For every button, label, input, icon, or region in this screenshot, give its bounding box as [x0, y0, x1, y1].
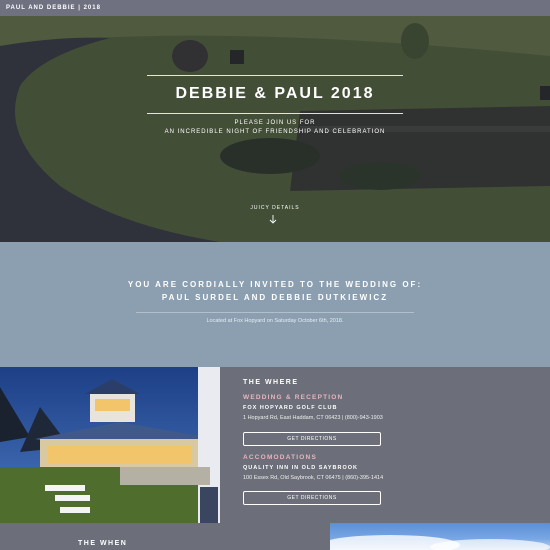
invitation-section: YOU ARE CORDIALLY INVITED TO THE WEDDING… — [0, 242, 550, 367]
reception-label: WEDDING & RECEPTION — [243, 394, 344, 401]
site-brand[interactable]: PAUL AND DEBBIE | 2018 — [6, 5, 101, 11]
when-title: THE WHEN — [78, 540, 128, 547]
accommodations-details: ACCOMODATIONS QUALITY INN IN OLD SAYBROO… — [243, 454, 543, 481]
accommodations-address: 100 Essex Rd, Old Saybrook, CT 06475 | (… — [243, 475, 384, 481]
reception-address: 1 Hopyard Rd, East Haddam, CT 06423 | (8… — [243, 415, 383, 421]
accommodations-directions-button[interactable]: GET DIRECTIONS — [243, 491, 381, 505]
accommodations-venue: QUALITY INN IN OLD SAYBROOK — [243, 465, 359, 471]
where-title: THE WHERE — [243, 379, 299, 386]
event-location-text: Located at Fox Hopyard on Saturday Octob… — [206, 318, 344, 324]
invitation-divider — [136, 312, 414, 313]
when-photo — [330, 523, 550, 550]
where-details: THE WHERE WEDDING & RECEPTION FOX HOPYAR… — [243, 379, 543, 421]
hero-rule-bottom — [147, 113, 403, 114]
where-section: THE WHERE WEDDING & RECEPTION FOX HOPYAR… — [0, 367, 550, 523]
accommodations-label: ACCOMODATIONS — [243, 454, 317, 461]
arrow-down-icon[interactable] — [268, 214, 278, 224]
reception-venue: FOX HOPYARD GOLF CLUB — [243, 405, 338, 411]
invitation-heading: YOU ARE CORDIALLY INVITED TO THE WEDDING… — [127, 280, 423, 289]
hero-rule-top — [147, 75, 403, 76]
hero-subtitle-line1: PLEASE JOIN US FOR — [234, 120, 316, 126]
hero-section: DEBBIE & PAUL 2018 PLEASE JOIN US FOR AN… — [0, 16, 550, 242]
couple-names: PAUL SURDEL AND DEBBIE DUTKIEWICZ — [161, 293, 389, 302]
when-section: THE WHEN — [0, 523, 550, 550]
gazebo-photo — [0, 367, 220, 523]
hero-title: DEBBIE & PAUL 2018 — [175, 85, 375, 102]
top-nav-bar: PAUL AND DEBBIE | 2018 — [0, 0, 550, 16]
reception-directions-button[interactable]: GET DIRECTIONS — [243, 432, 381, 446]
hero-subtitle-line2: AN INCREDIBLE NIGHT OF FRIENDSHIP AND CE… — [164, 129, 386, 135]
juicy-details-link[interactable]: JUICY DETAILS — [0, 205, 550, 211]
